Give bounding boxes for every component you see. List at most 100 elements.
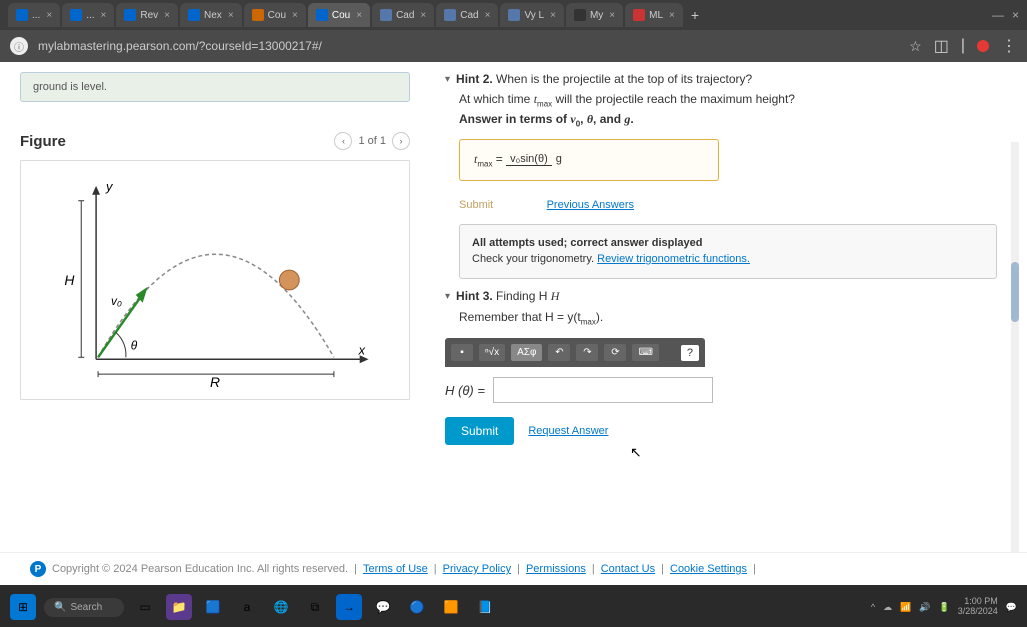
wifi-icon[interactable]: 📶 (900, 602, 911, 613)
notification-icon[interactable]: 💬 (1006, 602, 1017, 613)
close-icon[interactable]: × (164, 10, 170, 21)
keyboard-button[interactable]: ⌨ (632, 344, 658, 361)
app-icon[interactable]: → (336, 594, 362, 620)
search-icon: 🔍 (54, 602, 66, 613)
footer-link[interactable]: Terms of Use (363, 563, 428, 575)
footer-link[interactable]: Contact Us (601, 563, 655, 575)
app-icon[interactable]: 🟧 (438, 594, 464, 620)
scrollbar[interactable] (1011, 142, 1019, 562)
close-icon[interactable]: × (228, 10, 234, 21)
next-figure-button[interactable]: › (392, 132, 410, 150)
close-icon[interactable]: × (485, 10, 491, 21)
task-view-icon[interactable]: ▭ (132, 594, 158, 620)
volume-icon[interactable]: 🔊 (919, 602, 930, 613)
browser-tab[interactable]: Nex× (180, 3, 242, 27)
undo-button[interactable]: ↶ (548, 344, 570, 361)
collapse-icon[interactable]: ▾ (445, 74, 450, 85)
footer-link[interactable]: Permissions (526, 563, 586, 575)
close-icon[interactable]: × (550, 10, 556, 21)
bookmark-icon[interactable]: ☆ (909, 38, 922, 55)
browser-tab-active[interactable]: Cou× (308, 3, 370, 27)
minimize-icon[interactable]: — (992, 8, 1004, 22)
browser-tab[interactable]: Cou× (244, 3, 306, 27)
profile-icon[interactable] (977, 40, 989, 52)
browser-tab[interactable]: Vy L× (500, 3, 563, 27)
pearson-logo-icon: P (30, 561, 46, 577)
footer-link[interactable]: Cookie Settings (670, 563, 747, 575)
collapse-icon[interactable]: ▾ (445, 291, 450, 302)
chrome-icon[interactable]: 🔵 (404, 594, 430, 620)
greek-button[interactable]: ΑΣφ (511, 344, 542, 361)
taskbar-clock[interactable]: 1:00 PM 3/28/2024 (958, 597, 998, 617)
review-trig-link[interactable]: Review trigonometric functions. (597, 253, 750, 265)
sqrt-button[interactable]: ⁿ√x (479, 344, 505, 361)
reset-button[interactable]: ⟳ (604, 344, 626, 361)
edge-icon[interactable]: 🌐 (268, 594, 294, 620)
right-panel: ▾ Hint 2. When is the projectile at the … (430, 62, 1027, 562)
scroll-thumb[interactable] (1011, 262, 1019, 322)
app-icon[interactable]: 🟦 (200, 594, 226, 620)
footer-link[interactable]: Privacy Policy (443, 563, 511, 575)
battery-icon[interactable]: 🔋 (939, 602, 950, 613)
submit-button[interactable]: Submit (445, 417, 514, 445)
app-icon[interactable]: 📁 (166, 594, 192, 620)
extension-icon[interactable]: ◫ (934, 36, 949, 56)
close-icon[interactable]: × (101, 10, 107, 21)
redo-button[interactable]: ↷ (576, 344, 598, 361)
previous-answers-link[interactable]: Previous Answers (547, 199, 634, 211)
site-info-icon[interactable]: ⓘ (10, 37, 28, 55)
close-icon[interactable]: × (420, 10, 426, 21)
close-icon[interactable]: × (356, 10, 362, 21)
browser-tab[interactable]: ML× (625, 3, 683, 27)
close-window-icon[interactable]: × (1012, 8, 1019, 22)
help-button[interactable]: ? (681, 345, 699, 361)
browser-tab[interactable]: My× (566, 3, 623, 27)
taskbar-search[interactable]: 🔍Search (44, 598, 124, 617)
page-content: ground is level. Figure ‹ 1 of 1 › (0, 62, 1027, 562)
mouse-cursor: ↖ (630, 444, 642, 461)
request-answer-link[interactable]: Request Answer (528, 425, 608, 437)
axis-y-label: y (105, 179, 114, 194)
answer-label: H (θ) = (445, 383, 485, 398)
figure-counter: 1 of 1 (358, 135, 386, 147)
divider: | (961, 37, 965, 55)
hint3-title: Hint 3. Finding H H (456, 289, 559, 304)
answer-input[interactable] (493, 377, 713, 403)
app-icon[interactable]: 📘 (472, 594, 498, 620)
velocity-label: v₀ (111, 294, 122, 308)
height-label: H (64, 272, 75, 288)
start-button[interactable]: ⊞ (10, 594, 36, 620)
close-icon[interactable]: × (46, 10, 52, 21)
browser-tab[interactable]: Cad× (372, 3, 434, 27)
browser-tab[interactable]: Rev× (116, 3, 178, 27)
figure-title: Figure (20, 133, 66, 150)
submit-disabled-label: Submit (459, 199, 493, 211)
axis-x-label: x (358, 342, 366, 357)
hint2-body: At which time tmax will the projectile r… (459, 90, 997, 279)
browser-tab[interactable]: ...× (8, 3, 60, 27)
figure-canvas: y x H R v₀ θ (20, 160, 410, 400)
copyright-text: Copyright © 2024 Pearson Education Inc. … (52, 563, 348, 575)
url-text[interactable]: mylabmastering.pearson.com/?courseId=130… (38, 39, 899, 53)
browser-tab[interactable]: ...× (62, 3, 114, 27)
app-icon[interactable]: 💬 (370, 594, 396, 620)
hint2-title: Hint 2. When is the projectile at the to… (456, 72, 752, 86)
close-icon[interactable]: × (609, 10, 615, 21)
browser-tab[interactable]: Cad× (436, 3, 498, 27)
new-tab-button[interactable]: + (685, 7, 705, 23)
prev-figure-button[interactable]: ‹ (334, 132, 352, 150)
address-bar: ⓘ mylabmastering.pearson.com/?courseId=1… (0, 30, 1027, 62)
dropbox-icon[interactable]: ⧉ (302, 594, 328, 620)
system-tray: ^ ☁ 📶 🔊 🔋 1:00 PM 3/28/2024 💬 (871, 597, 1017, 617)
tray-chevron-icon[interactable]: ^ (871, 602, 875, 612)
menu-icon[interactable]: ⋮ (1001, 36, 1017, 56)
close-icon[interactable]: × (292, 10, 298, 21)
app-icon[interactable]: a (234, 594, 260, 620)
close-icon[interactable]: × (669, 10, 675, 21)
angle-label: θ (131, 338, 138, 352)
hint3-body: Remember that H = y(tmax). (459, 308, 997, 328)
windows-taskbar: ⊞ 🔍Search ▭ 📁 🟦 a 🌐 ⧉ → 💬 🔵 🟧 📘 ^ ☁ 📶 🔊 … (0, 587, 1027, 627)
template-button[interactable]: ▪ (451, 344, 473, 361)
cloud-icon[interactable]: ☁ (883, 602, 892, 613)
equation-toolbar: ▪ ⁿ√x ΑΣφ ↶ ↷ ⟳ ⌨ ? (445, 338, 705, 367)
